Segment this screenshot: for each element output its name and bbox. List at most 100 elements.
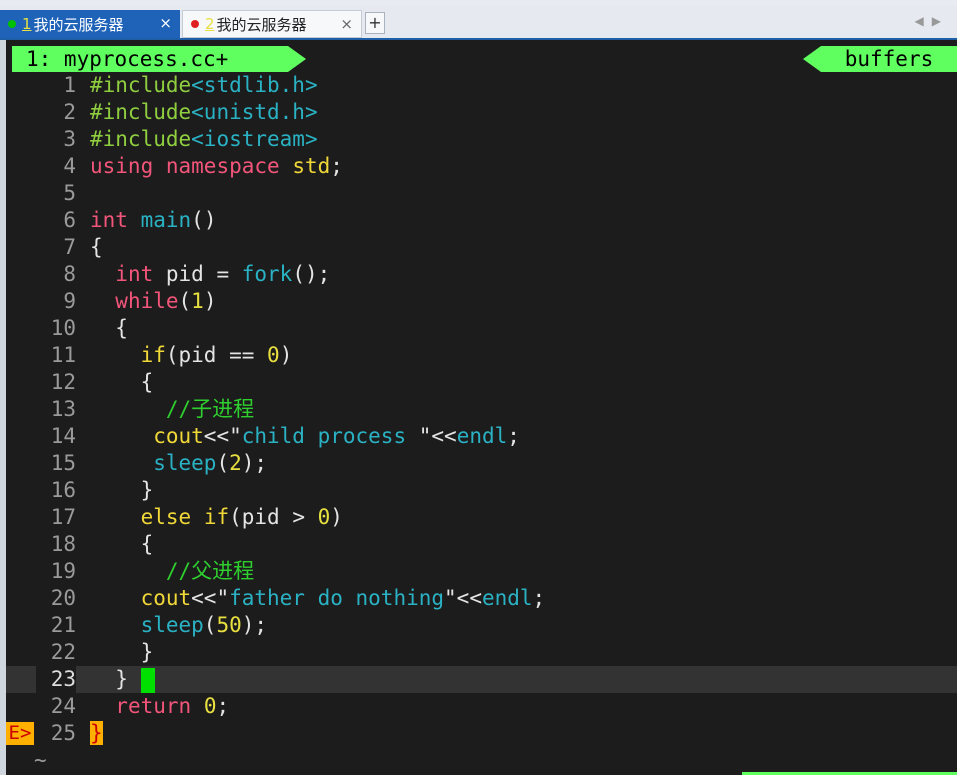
- code-token: }: [90, 478, 154, 502]
- line-text: #include<iostream>: [90, 126, 318, 153]
- line-text: #include<stdlib.h>: [90, 72, 318, 99]
- buffer-tab-label[interactable]: 1: myprocess.cc+: [12, 46, 288, 72]
- line-number: 6: [63, 208, 76, 232]
- code-token: ): [279, 343, 293, 367]
- line-number: 21: [50, 613, 76, 637]
- code-token: ): [203, 289, 217, 313]
- code-line[interactable]: 7{: [6, 234, 957, 261]
- code-token: 1: [191, 289, 204, 313]
- code-token: <iostream>: [191, 127, 318, 151]
- code-token: cout: [153, 424, 204, 448]
- code-token: namespace: [165, 154, 280, 178]
- line-number: 10: [50, 316, 76, 340]
- tab-session-1[interactable]: 1 我的云服务器 ×: [0, 10, 180, 38]
- line-number: 12: [50, 370, 76, 394]
- code-line[interactable]: 22 }: [6, 639, 957, 666]
- code-line[interactable]: 10 {: [6, 315, 957, 342]
- tab-label: 我的云服务器: [33, 15, 124, 34]
- code-token: main: [140, 208, 192, 232]
- code-token: {: [90, 316, 128, 340]
- code-line[interactable]: 2 #include<unistd.h>: [6, 99, 957, 126]
- status-dot-icon: [8, 20, 16, 28]
- line-text: {: [90, 234, 103, 261]
- line-number: 2: [63, 100, 76, 124]
- chevron-left-icon[interactable]: ◀: [915, 14, 932, 28]
- code-line[interactable]: 9 while(1): [6, 288, 957, 315]
- code-editor[interactable]: 1 #include<stdlib.h> 2 #include<unistd.h> 3 #…: [6, 72, 957, 774]
- line-number: 3: [63, 127, 76, 151]
- code-token: sleep: [140, 613, 204, 637]
- line-text: //父进程: [90, 558, 254, 585]
- code-line[interactable]: 17 else if(pid > 0): [6, 504, 957, 531]
- line-number: 24: [50, 694, 76, 718]
- code-token: cout: [140, 586, 192, 610]
- code-line[interactable]: 8 int pid = fork();: [6, 261, 957, 288]
- code-token: <<": [203, 424, 242, 448]
- tab-number: 2: [205, 15, 215, 33]
- code-token: pid =: [153, 262, 242, 286]
- line-text: if(pid == 0): [90, 342, 293, 369]
- code-token: ;: [216, 694, 230, 718]
- code-token: int: [90, 208, 128, 232]
- text-cursor: [140, 667, 155, 693]
- code-token: (): [191, 208, 217, 232]
- code-token: while: [115, 289, 179, 313]
- code-line[interactable]: 4 using namespace std;: [6, 153, 957, 180]
- tab-session-2[interactable]: 2 我的云服务器 ×: [182, 10, 362, 38]
- code-token: <<": [191, 586, 230, 610]
- code-line[interactable]: 3 #include<iostream>: [6, 126, 957, 153]
- line-text: {: [90, 369, 154, 396]
- tab-bar: 1 我的云服务器 × 2 我的云服务器 × + ◀▶: [0, 6, 957, 40]
- code-line[interactable]: 14 cout<<"child process "<<endl;: [6, 423, 957, 450]
- code-token: 0: [203, 694, 217, 718]
- line-number: 22: [50, 640, 76, 664]
- code-token: {: [90, 370, 154, 394]
- code-token: fork: [241, 262, 293, 286]
- code-line[interactable]: 15 sleep(2);: [6, 450, 957, 477]
- code-line[interactable]: 19 //父进程: [6, 558, 957, 585]
- code-line[interactable]: 21 sleep(50);: [6, 612, 957, 639]
- line-text: cout<<"child process "<<endl;: [90, 423, 520, 450]
- line-number: 9: [63, 289, 76, 313]
- code-line[interactable]: 18 {: [6, 531, 957, 558]
- terminal-pane[interactable]: 1: myprocess.cc+ buffers 1 #include<stdli…: [0, 40, 957, 775]
- new-tab-button[interactable]: +: [365, 12, 385, 34]
- line-number: 8: [63, 262, 76, 286]
- code-token: }: [90, 721, 103, 745]
- empty-line-marker: ~: [6, 747, 957, 774]
- close-icon[interactable]: ×: [340, 15, 353, 33]
- code-token: child process: [241, 424, 419, 448]
- code-line[interactable]: E> 25}: [6, 720, 957, 747]
- code-token: (: [216, 451, 230, 475]
- close-icon[interactable]: ×: [159, 14, 172, 32]
- code-token: ): [330, 505, 343, 529]
- code-line[interactable]: 6 int main(): [6, 207, 957, 234]
- line-number: 11: [50, 343, 76, 367]
- code-line[interactable]: 12 {: [6, 369, 957, 396]
- code-line[interactable]: 11 if(pid == 0): [6, 342, 957, 369]
- chevron-right-icon[interactable]: ▶: [932, 14, 949, 28]
- code-token: std: [292, 154, 331, 178]
- buffers-indicator: buffers: [821, 46, 957, 72]
- code-token: //父进程: [165, 559, 255, 583]
- code-token: 0: [317, 505, 331, 529]
- code-line[interactable]: 20 cout<<"father do nothing"<<endl;: [6, 585, 957, 612]
- code-token: {: [90, 235, 103, 259]
- code-line[interactable]: 13 //子进程: [6, 396, 957, 423]
- code-line[interactable]: 23 }: [6, 666, 957, 693]
- code-token: (: [178, 289, 192, 313]
- code-line[interactable]: 5: [6, 180, 957, 207]
- code-line[interactable]: 1 #include<stdlib.h>: [6, 72, 957, 99]
- tab-scroll-arrows[interactable]: ◀▶: [915, 14, 949, 28]
- code-line[interactable]: 24 return 0;: [6, 693, 957, 720]
- code-token: <stdlib.h>: [191, 73, 318, 97]
- line-text: }: [90, 666, 155, 693]
- code-line[interactable]: 16 }: [6, 477, 957, 504]
- vim-tabline: 1: myprocess.cc+ buffers: [12, 46, 957, 72]
